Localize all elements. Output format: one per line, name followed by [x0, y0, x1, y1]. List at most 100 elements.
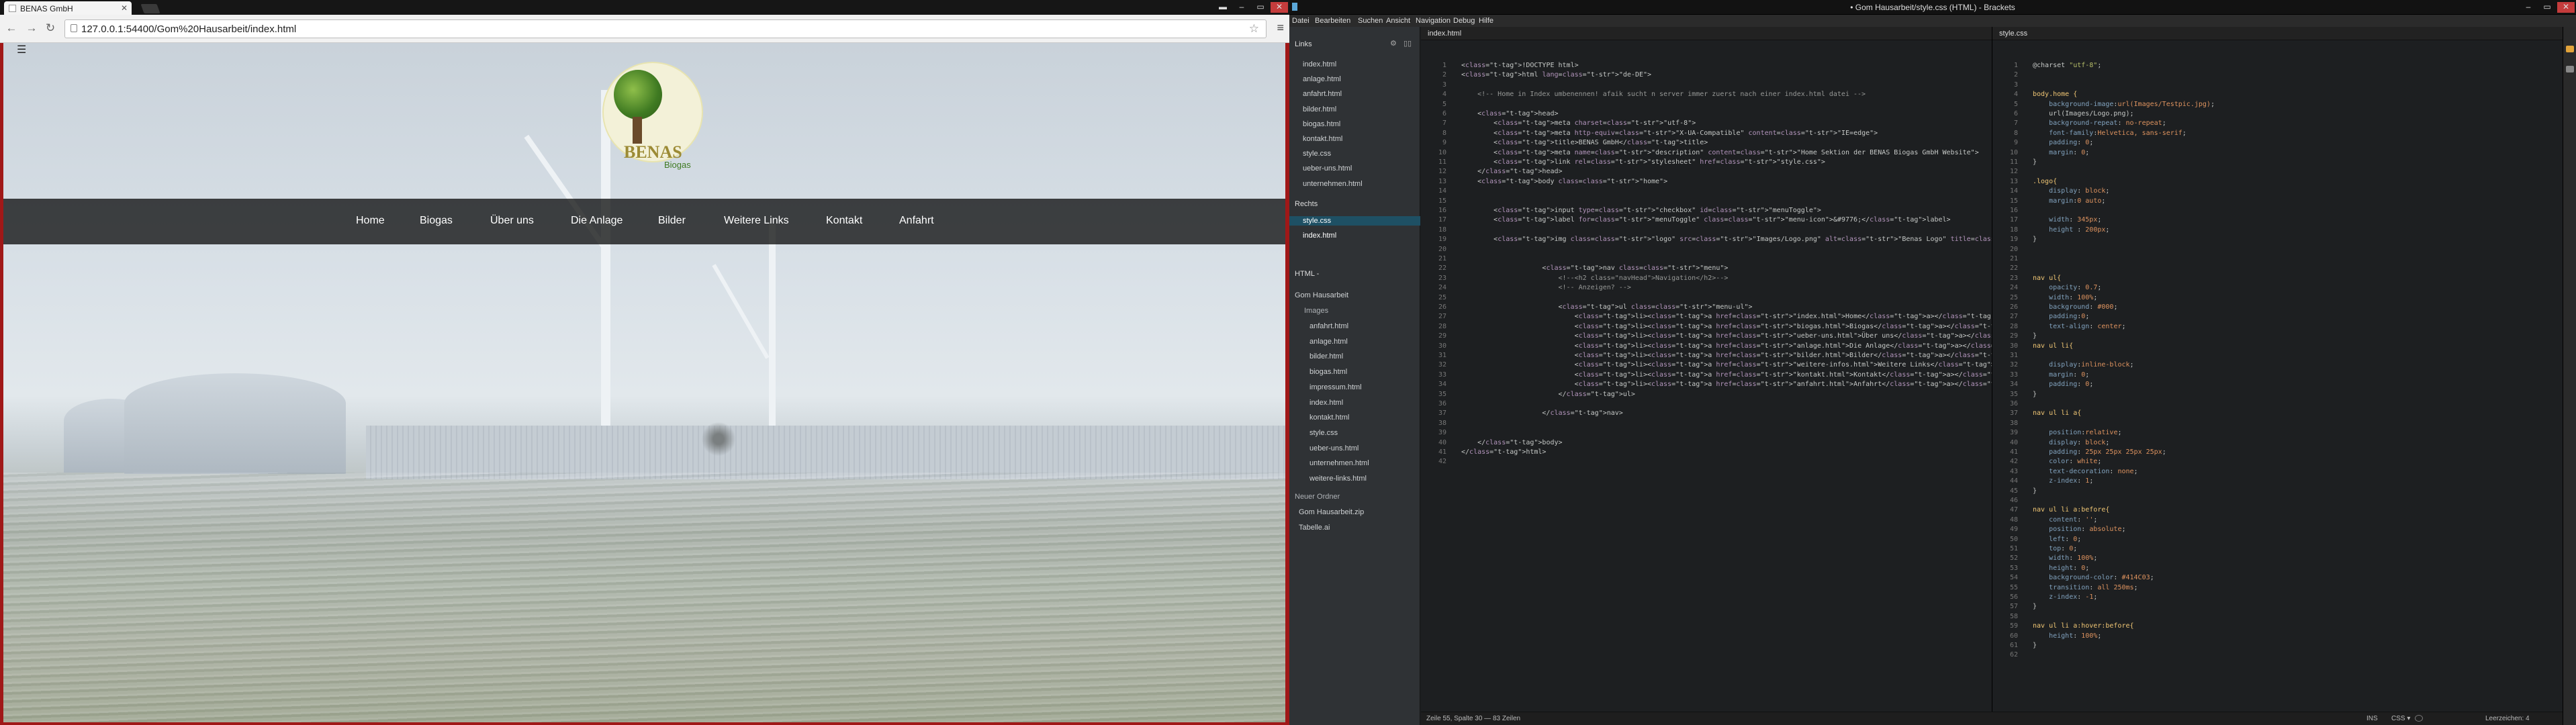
editor-pane-left[interactable]: index.html 1 <class="t-tag">!DOCTYPE html… [1421, 27, 2141, 712]
code-line[interactable]: padding: 0; [2033, 139, 2093, 146]
working-file-item[interactable]: anfahrt.html [1303, 90, 1342, 98]
browser-tab[interactable]: BENAS GmbH ✕ [4, 1, 132, 15]
code-line[interactable]: @charset "utf-8"; [2033, 62, 2101, 69]
code-line[interactable]: padding: 0; [2033, 381, 2093, 388]
code-line[interactable]: display: block; [2033, 187, 2109, 195]
bookmark-star-icon[interactable]: ☆ [1249, 22, 1259, 36]
code-line[interactable]: <class="t-tag">li><class="t-tag">a href=… [1461, 332, 2044, 340]
code-line[interactable]: background-image:url(Images/Testpic.jpg)… [2033, 101, 2215, 108]
nav-anfahrt[interactable]: Anfahrt [899, 215, 934, 227]
code-line[interactable]: <class="t-tag">li><class="t-tag">a href=… [1461, 361, 2080, 369]
code-line[interactable]: <class="t-tag">!DOCTYPE html> [1461, 62, 1579, 69]
working-file-item[interactable]: unternehmen.html [1303, 180, 1363, 188]
code-line[interactable]: <class="t-tag">li><class="t-tag">a href=… [1461, 342, 2039, 350]
code-line[interactable]: opacity: 0.7; [2033, 284, 2101, 291]
live-preview-icon[interactable] [2566, 46, 2574, 52]
project-file-item[interactable]: impressum.html [1309, 383, 1362, 391]
code-line[interactable]: <class="t-tag">body class=class="t-str">… [1461, 178, 1667, 185]
code-line[interactable]: <class="t-tag">meta name=class="t-str">"… [1461, 149, 1979, 156]
forward-icon[interactable]: → [26, 21, 38, 35]
code-line[interactable]: background: #000; [2033, 303, 2117, 311]
project-file-item[interactable]: biogas.html [1309, 368, 1347, 376]
chrome-menu-icon[interactable]: ≡ [1277, 21, 1284, 35]
nav-home[interactable]: Home [356, 215, 385, 227]
code-line[interactable]: </class="t-tag">html> [1461, 448, 1546, 456]
close-window-icon[interactable]: ✕ [2557, 2, 2575, 13]
project-title[interactable]: HTML - [1295, 270, 1319, 278]
project-file-item[interactable]: bilder.html [1309, 352, 1343, 360]
code-line[interactable]: } [2033, 487, 2037, 495]
code-line[interactable]: nav ul li a{ [2033, 409, 2081, 417]
indent-setting[interactable]: Leerzeichen: 4 [2485, 715, 2530, 722]
code-line[interactable]: display:inline-block; [2033, 361, 2133, 369]
code-line[interactable]: color: white; [2033, 458, 2101, 465]
code-line[interactable]: nav ul{ [2033, 275, 2061, 282]
code-line[interactable]: <class="t-tag">li><class="t-tag">a href=… [1461, 323, 2023, 330]
pane-title-right[interactable]: style.css [1992, 27, 2563, 40]
code-line[interactable]: text-align: center; [2033, 323, 2125, 330]
code-line[interactable]: background-repeat: no-repeat; [2033, 119, 2166, 127]
split-view-icon[interactable]: ▯▯ [1404, 39, 1412, 48]
new-folder[interactable]: Neuer Ordner [1295, 493, 1340, 501]
code-line[interactable]: transition: all 250ms; [2033, 584, 2137, 591]
language-select[interactable]: CSS ▾ [2391, 715, 2410, 722]
code-line[interactable]: <class="t-tag">html lang=class="t-str">"… [1461, 71, 1651, 79]
editor-pane-right[interactable]: style.css 1 @charset "utf-8"; 2 3 4 body.home… [1992, 27, 2563, 712]
address-bar[interactable]: 127.0.0.1:54400/Gom%20Hausarbeit/index.h… [64, 19, 1267, 38]
project-file-item[interactable]: kontakt.html [1309, 414, 1349, 422]
back-icon[interactable]: ← [5, 21, 17, 35]
code-line[interactable]: </class="t-tag">head> [1461, 168, 1562, 175]
code-line[interactable]: nav ul li a:before{ [2033, 506, 2109, 514]
code-line[interactable]: } [2033, 603, 2037, 610]
code-line[interactable]: <class="t-tag">ul class=class="t-str">"m… [1461, 303, 1752, 311]
code-line[interactable]: url(Images/Logo.png); [2033, 110, 2133, 117]
project-file-item[interactable]: anfahrt.html [1309, 322, 1348, 330]
code-line[interactable]: margin: 0; [2033, 371, 2089, 379]
working-file-item[interactable]: index.html [1303, 232, 1336, 240]
extension-manager-icon[interactable] [2566, 66, 2574, 72]
code-line[interactable]: background-color: #414C03; [2033, 574, 2154, 581]
code-line[interactable]: nav ul li{ [2033, 342, 2073, 350]
code-line[interactable]: <class="t-tag">li><class="t-tag">a href=… [1461, 313, 2011, 320]
working-file-item[interactable]: style.css [1303, 217, 1331, 225]
working-file-item[interactable]: biogas.html [1303, 120, 1340, 128]
code-line[interactable]: body.home { [2033, 91, 2077, 98]
working-file-item[interactable]: bilder.html [1303, 105, 1336, 113]
menu-suchen[interactable]: Suchen [1358, 17, 1383, 25]
nav-kontakt[interactable]: Kontakt [826, 215, 862, 227]
new-tab-button[interactable] [140, 4, 160, 13]
project-file-item[interactable]: unternehmen.html [1309, 459, 1369, 467]
code-line[interactable]: display: block; [2033, 439, 2109, 446]
working-file-item[interactable]: ueber-uns.html [1303, 164, 1352, 173]
minimize-icon[interactable]: – [2520, 2, 2537, 13]
project-file-item[interactable]: anlage.html [1309, 338, 1348, 346]
file-tabelle[interactable]: Tabelle.ai [1299, 524, 1330, 532]
nav-die-anlage[interactable]: Die Anlage [571, 215, 623, 227]
images-folder[interactable]: Images [1304, 307, 1328, 315]
code-line[interactable]: </class="t-tag">body> [1461, 439, 1562, 446]
code-line[interactable]: <class="t-tag">label for=class="t-str">"… [1461, 216, 1950, 224]
code-line[interactable]: } [2033, 236, 2037, 243]
project-file-item[interactable]: index.html [1309, 399, 1343, 407]
code-line[interactable]: margin:0 auto; [2033, 197, 2105, 205]
menu-datei[interactable]: Datei [1292, 17, 1309, 25]
close-tab-icon[interactable]: ✕ [121, 3, 128, 13]
menu-hilfe[interactable]: Hilfe [1479, 17, 1493, 25]
code-line[interactable]: padding: 25px 25px 25px 25px; [2033, 448, 2166, 456]
working-file-item[interactable]: style.css [1303, 150, 1331, 158]
code-line[interactable]: } [2033, 332, 2037, 340]
pane-title-left[interactable]: index.html [1421, 27, 1992, 40]
code-line[interactable]: padding:0; [2033, 313, 2089, 320]
code-line[interactable]: <class="t-tag">link rel=class="t-str">"s… [1461, 158, 1825, 166]
code-line[interactable]: } [2033, 642, 2037, 649]
minimize-icon[interactable]: – [1233, 2, 1250, 13]
code-line[interactable]: left: 0; [2033, 536, 2081, 543]
working-file-item[interactable]: anlage.html [1303, 75, 1341, 83]
code-line[interactable]: top: 0; [2033, 545, 2077, 552]
code-line[interactable]: z-index: -1; [2033, 593, 2097, 601]
code-line[interactable]: .logo{ [2033, 178, 2057, 185]
code-line[interactable]: </class="t-tag">nav> [1461, 409, 1622, 417]
project-file-item[interactable]: weitere-links.html [1309, 475, 1367, 483]
code-line[interactable]: height: 0; [2033, 565, 2089, 572]
menu-navigation[interactable]: Navigation [1416, 17, 1451, 25]
